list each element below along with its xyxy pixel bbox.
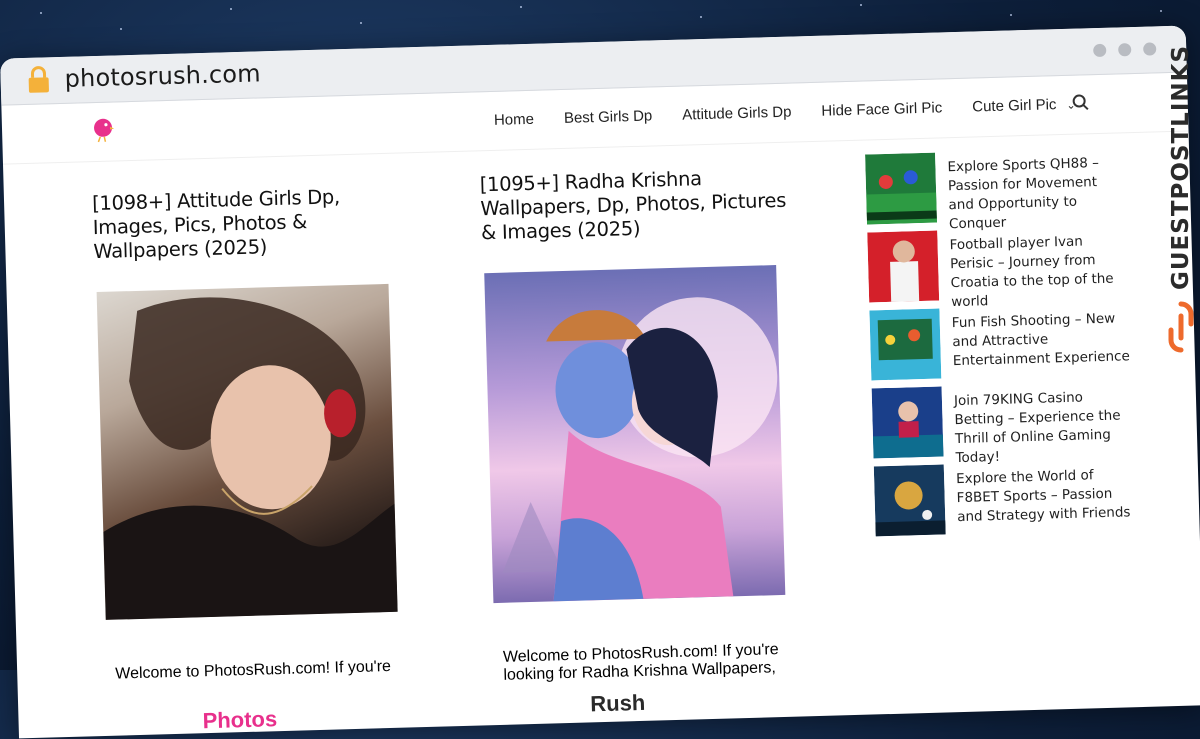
window-dot[interactable] bbox=[1093, 43, 1107, 58]
sidebar-post[interactable]: Explore the World of F8BET Sports – Pass… bbox=[873, 459, 1136, 538]
post-image-art bbox=[103, 297, 398, 620]
screenshot-scene: photosrush.com Photos Rush Home Best Gir… bbox=[0, 0, 1200, 739]
browser-window: photosrush.com Photos Rush Home Best Gir… bbox=[0, 25, 1200, 739]
post-excerpt: Welcome to PhotosRush.com! If you're loo… bbox=[502, 641, 779, 684]
logo-text-rush: Rush bbox=[589, 689, 646, 717]
sidebar-post[interactable]: Join 79KING Casino Betting – Experience … bbox=[871, 381, 1134, 467]
window-controls bbox=[1093, 42, 1157, 58]
post-image-art bbox=[502, 297, 778, 602]
sidebar-post-title: Football player Ivan Perisic – Journey f… bbox=[949, 233, 1114, 311]
main-nav: Home Best Girls Dp Attitude Girls Dp Hid… bbox=[494, 96, 1076, 129]
post-card: [1098+] Attitude Girls Dp, Images, Pics,… bbox=[92, 183, 404, 264]
link-icon bbox=[1168, 301, 1194, 353]
sidebar-thumb bbox=[871, 386, 944, 459]
sidebar-post[interactable]: Fun Fish Shooting – New and Attractive E… bbox=[869, 303, 1131, 382]
sidebar-post-title: Fun Fish Shooting – New and Attractive E… bbox=[951, 310, 1131, 370]
nav-cute-girl-pic-label: Cute Girl Pic bbox=[972, 96, 1057, 116]
nav-cute-girl-pic[interactable]: Cute Girl Pic ⌄ bbox=[972, 96, 1076, 116]
watermark-text: GUESTPOSTLINKS bbox=[1168, 44, 1194, 290]
sidebar-post-title: Explore the World of F8BET Sports – Pass… bbox=[955, 467, 1131, 526]
bird-icon bbox=[94, 118, 115, 143]
address-bar[interactable]: photosrush.com bbox=[64, 59, 261, 92]
nav-attitude-girls-dp[interactable]: Attitude Girls Dp bbox=[682, 104, 792, 124]
post-title[interactable]: [1095+] Radha Krishna Wallpapers, Dp, Ph… bbox=[479, 165, 791, 246]
post-image[interactable] bbox=[484, 265, 786, 604]
sidebar-post-title: Join 79KING Casino Betting – Experience … bbox=[953, 389, 1121, 467]
window-dot[interactable] bbox=[1143, 42, 1157, 56]
nav-home[interactable]: Home bbox=[494, 111, 534, 129]
site-logo[interactable]: Photos Rush bbox=[88, 116, 646, 733]
sidebar-post[interactable]: Football player Ivan Perisic – Journey f… bbox=[867, 225, 1129, 311]
post-title[interactable]: [1098+] Attitude Girls Dp, Images, Pics,… bbox=[92, 183, 404, 264]
sidebar-post-title: Explore Sports QH88 – Passion for Moveme… bbox=[947, 155, 1100, 233]
sidebar-post[interactable]: Explore Sports QH88 – Passion for Moveme… bbox=[865, 147, 1127, 233]
post-image[interactable] bbox=[96, 283, 398, 620]
sidebar-thumb bbox=[867, 230, 940, 303]
post-excerpt: Welcome to PhotosRush.com! If you're bbox=[115, 657, 392, 683]
logo-text-photos: Photos bbox=[202, 706, 278, 734]
sidebar-thumb bbox=[869, 308, 942, 381]
sidebar-thumb bbox=[865, 152, 937, 225]
sidebar-thumb bbox=[873, 464, 946, 537]
lock-icon bbox=[28, 66, 49, 93]
nav-hide-face-girl-pic[interactable]: Hide Face Girl Pic bbox=[821, 99, 942, 119]
post-card: [1095+] Radha Krishna Wallpapers, Dp, Ph… bbox=[479, 165, 791, 246]
search-icon[interactable] bbox=[1071, 93, 1089, 111]
window-dot[interactable] bbox=[1118, 43, 1132, 57]
sidebar-recent-posts: Explore Sports QH88 – Passion for Moveme… bbox=[865, 147, 1136, 544]
nav-best-girls-dp[interactable]: Best Girls Dp bbox=[564, 107, 653, 126]
